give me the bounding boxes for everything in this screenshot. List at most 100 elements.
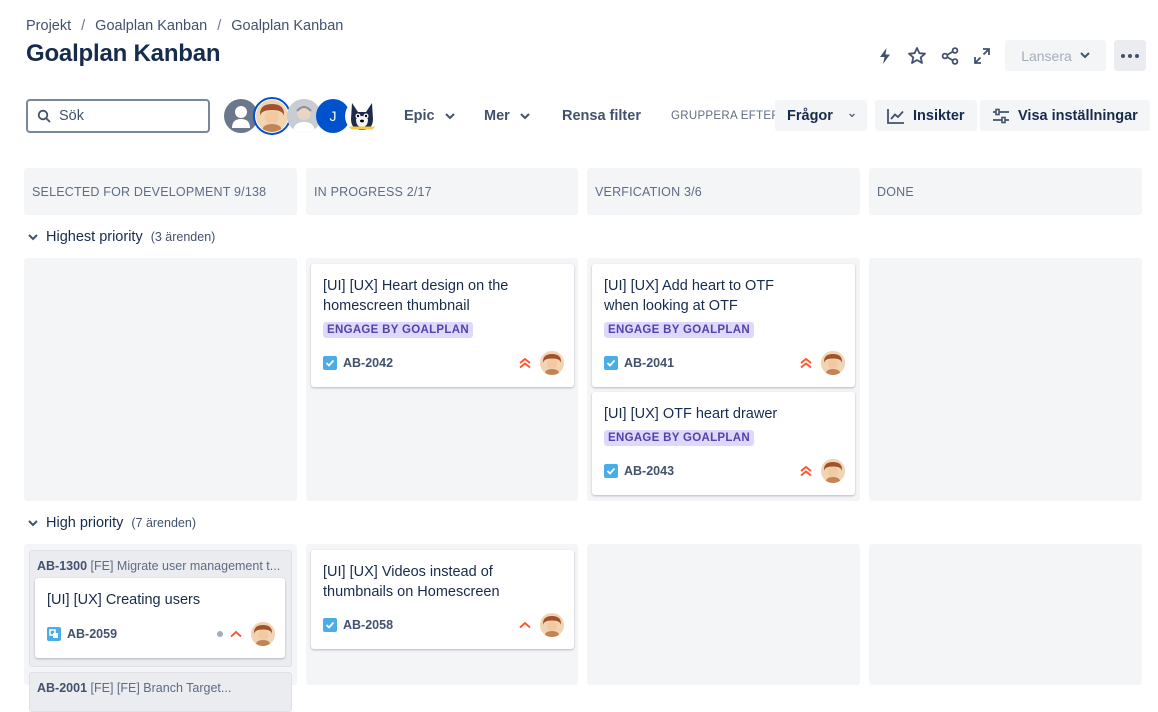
chevron-down-icon: [1080, 52, 1090, 59]
column-header-in-progress: IN PROGRESS 2/17: [306, 168, 578, 215]
story-checkbox-icon: [323, 618, 337, 632]
insights-button[interactable]: Insikter: [875, 100, 977, 131]
chevron-down-icon: [28, 519, 38, 526]
parent-issue-group[interactable]: AB-2001 [FE] [FE] Branch Target...: [29, 672, 292, 712]
clear-filter-button[interactable]: Rensa filter: [554, 101, 649, 131]
cell-done-highest: [869, 258, 1142, 501]
avatar-user-dog[interactable]: [345, 99, 379, 133]
search-box[interactable]: [26, 99, 210, 133]
priority-high-icon: [519, 621, 531, 629]
breadcrumb-projects[interactable]: Projekt: [26, 18, 71, 34]
cell-done-high: [869, 544, 1142, 685]
breadcrumb-separator: /: [217, 18, 222, 34]
user-photo-icon: [821, 351, 845, 375]
parent-issue-group[interactable]: AB-1300 [FE] Migrate user management t..…: [29, 550, 292, 667]
card-title: [UI] [UX] Creating users: [47, 592, 201, 608]
search-icon: [37, 109, 51, 123]
user-photo-icon: [540, 613, 564, 637]
issue-card[interactable]: [UI] [UX] Add heart to OTF when looking …: [592, 264, 855, 387]
epic-badge[interactable]: ENGAGE BY GOALPLAN: [604, 430, 754, 446]
swimlane-high-priority[interactable]: High priority (7 ärenden): [28, 515, 196, 531]
dot-icon: [1135, 53, 1139, 58]
issue-card[interactable]: [UI] [UX] Videos instead of thumbnails o…: [311, 550, 574, 649]
swimlane-highest-priority[interactable]: Highest priority (3 ärenden): [28, 229, 215, 245]
share-icon[interactable]: [937, 43, 963, 69]
star-icon[interactable]: [904, 43, 930, 69]
user-photo-icon: [821, 459, 845, 483]
insights-label: Insikter: [913, 107, 965, 124]
swimlane-count: (3 ärenden): [150, 230, 216, 244]
card-key: AB-2058: [343, 618, 394, 632]
automation-icon[interactable]: [872, 43, 898, 69]
group-by-value: Frågor: [787, 107, 833, 124]
more-filter-label: Mer: [484, 108, 510, 124]
priority-high-icon: [230, 630, 242, 638]
user-photo-icon: [251, 622, 275, 646]
priority-highest-icon: [800, 357, 812, 369]
issue-card[interactable]: [UI] [UX] Heart design on the homescreen…: [311, 264, 574, 387]
more-actions-button[interactable]: [1114, 40, 1146, 71]
view-settings-button[interactable]: Visa inställningar: [980, 100, 1150, 131]
epic-filter-button[interactable]: Epic: [396, 101, 463, 131]
assignee-avatar[interactable]: [821, 459, 845, 483]
assignee-avatar[interactable]: [251, 622, 275, 646]
release-label: Lansera: [1021, 47, 1072, 64]
swimlane-label: Highest priority: [46, 229, 143, 245]
assignee-avatar[interactable]: [540, 351, 564, 375]
cell-selected-highest: [24, 258, 297, 501]
parent-issue-key: AB-1300: [37, 559, 88, 573]
user-photo-icon: [256, 100, 288, 132]
parent-issue-header[interactable]: AB-2001 [FE] [FE] Branch Target...: [37, 681, 287, 695]
breadcrumb-separator: /: [81, 18, 86, 34]
epic-badge[interactable]: ENGAGE BY GOALPLAN: [604, 322, 754, 338]
group-by-select[interactable]: Frågor: [775, 100, 867, 131]
epic-filter-label: Epic: [404, 108, 435, 124]
chevron-down-icon: [849, 113, 855, 118]
view-settings-label: Visa inställningar: [1018, 107, 1138, 124]
release-button[interactable]: Lansera: [1005, 40, 1106, 71]
column-header-done: DONE: [869, 168, 1142, 215]
status-dot-icon: [217, 631, 223, 637]
breadcrumb: Projekt / Goalplan Kanban / Goalplan Kan…: [26, 18, 343, 34]
issue-card[interactable]: [UI] [UX] OTF heart drawer ENGAGE BY GOA…: [592, 392, 855, 495]
chevron-down-icon: [520, 112, 530, 119]
dot-icon: [1128, 53, 1132, 58]
card-key: AB-2043: [624, 464, 675, 478]
card-key: AB-2042: [343, 356, 394, 370]
card-title: [UI] [UX] Heart design on the homescreen…: [323, 278, 509, 314]
swimlane-label: High priority: [46, 515, 124, 531]
breadcrumb-project[interactable]: Goalplan Kanban: [95, 18, 207, 34]
search-input[interactable]: [57, 107, 187, 125]
story-checkbox-icon: [604, 464, 618, 478]
issue-card[interactable]: [UI] [UX] Creating users AB-2059: [35, 578, 285, 658]
parent-issue-summary: [FE] Migrate user management t...: [90, 559, 281, 573]
more-filter-button[interactable]: Mer: [476, 101, 538, 131]
swimlane-count: (7 ärenden): [131, 516, 196, 530]
assignee-avatar[interactable]: [540, 613, 564, 637]
column-header-selected: SELECTED FOR DEVELOPMENT 9/138: [24, 168, 297, 215]
dot-icon: [1121, 53, 1125, 58]
chevron-down-icon: [28, 233, 38, 240]
fullscreen-icon[interactable]: [969, 43, 995, 69]
subtask-icon: [47, 627, 61, 641]
user-photo-icon: [540, 351, 564, 375]
parent-issue-summary: [FE] [FE] Branch Target...: [90, 681, 232, 695]
breadcrumb-board[interactable]: Goalplan Kanban: [231, 18, 343, 34]
avatar-user-selected[interactable]: [253, 97, 291, 135]
story-checkbox-icon: [323, 356, 337, 370]
card-key: AB-2059: [67, 627, 118, 641]
priority-highest-icon: [800, 465, 812, 477]
settings-sliders-icon: [993, 108, 1009, 123]
story-checkbox-icon: [604, 356, 618, 370]
cell-verification-high: [587, 544, 860, 685]
card-key: AB-2041: [624, 356, 675, 370]
parent-issue-header[interactable]: AB-1300 [FE] Migrate user management t..…: [37, 559, 287, 573]
card-title: [UI] [UX] OTF heart drawer: [604, 406, 778, 422]
epic-badge[interactable]: ENGAGE BY GOALPLAN: [323, 322, 473, 338]
assignee-avatar[interactable]: [821, 351, 845, 375]
group-by-label: GRUPPERA EFTER: [671, 110, 780, 122]
card-title: [UI] [UX] Add heart to OTF when looking …: [604, 278, 775, 314]
page-title: Goalplan Kanban: [26, 40, 221, 67]
column-header-verification: VERFICATION 3/6: [587, 168, 860, 215]
chevron-down-icon: [444, 112, 455, 119]
